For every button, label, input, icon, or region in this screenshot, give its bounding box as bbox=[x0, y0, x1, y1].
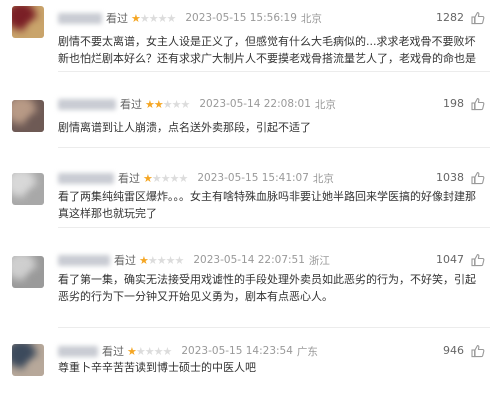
comment-text: 看了两集纯纯雷区爆炸。。。女主有啥特殊血脉吗非要让她半路回来学医搞的好像封建那一… bbox=[58, 188, 476, 222]
rating-stars: ★★★★★ bbox=[131, 11, 177, 25]
comment-text: 看了第一集，确实无法接受用戏谑性的手段处理外卖员如此恶劣的行为，不好笑，引起极度… bbox=[58, 271, 476, 305]
comment-text-line: 看了第一集，确实无法接受用戏谑性的手段处理外卖员如此恶劣的行为，不好笑，引起极度… bbox=[58, 273, 476, 286]
comment-location: 广东 bbox=[296, 345, 318, 358]
comment-meta: 看过 ★★★★★ 2023-05-15 15:56:19 北京 bbox=[58, 10, 322, 26]
comment-time: 2023-05-15 15:56:19 bbox=[185, 12, 297, 24]
rating-stars: ★★★★★ bbox=[145, 97, 191, 111]
like-count: 1038 bbox=[436, 171, 464, 184]
avatar[interactable] bbox=[12, 256, 44, 288]
avatar[interactable] bbox=[12, 6, 44, 38]
star-empty-icon: ★ bbox=[156, 253, 167, 267]
star-empty-icon: ★ bbox=[148, 11, 159, 25]
watched-label: 看过 bbox=[120, 98, 142, 111]
like-count: 198 bbox=[443, 97, 464, 110]
username[interactable] bbox=[58, 172, 114, 184]
comment-meta: 看过 ★★★★★ 2023-05-14 22:08:01 北京 bbox=[58, 96, 336, 112]
comment-text-line: 剧情离谱到让人崩溃，点名送外卖那段，引起不适了 bbox=[58, 121, 311, 134]
star-empty-icon: ★ bbox=[165, 253, 176, 267]
comment-time: 2023-05-15 15:41:07 bbox=[197, 172, 309, 184]
comment-text-line: 剧情不要太离谱，女主人设是正义了，但感觉有什么大毛病似的...求求老戏骨不要败坏… bbox=[58, 35, 476, 48]
comment-time: 2023-05-15 14:23:54 bbox=[181, 345, 293, 357]
comment-text-line: 尊重卜辛辛苦苦读到博士硕士的中医人吧 bbox=[58, 361, 256, 374]
thumbs-up-icon[interactable] bbox=[470, 10, 486, 26]
comment-text-line: 真这样那也就玩完了 bbox=[58, 207, 157, 220]
like-count: 1047 bbox=[436, 253, 464, 266]
comment-text-line: 恶劣的行为下一分钟又开始见义勇为，剧本有点恶心人。 bbox=[58, 290, 333, 303]
comment-text-line: 看了两集纯纯雷区爆炸。。。女主有啥特殊血脉吗非要让她半路回来学医搞的好像封建那一… bbox=[58, 190, 476, 203]
star-empty-icon: ★ bbox=[180, 97, 191, 111]
comment-item: 看过 ★★★★★ 2023-05-15 15:41:07 北京 1038 看了两集纯纯雷区… bbox=[0, 148, 500, 228]
star-filled-icon: ★ bbox=[145, 97, 155, 111]
comment-time: 2023-05-14 22:07:51 bbox=[193, 254, 305, 266]
watched-label: 看过 bbox=[106, 12, 128, 25]
comment-location: 浙江 bbox=[308, 254, 330, 267]
avatar[interactable] bbox=[12, 173, 44, 205]
star-filled-icon: ★ bbox=[143, 171, 153, 185]
comment-location: 北京 bbox=[300, 12, 322, 25]
comment-text: 尊重卜辛辛苦苦读到博士硕士的中医人吧 bbox=[58, 359, 476, 376]
username[interactable] bbox=[58, 98, 116, 110]
thumbs-up-icon[interactable] bbox=[470, 252, 486, 268]
comment-meta: 看过 ★★★★★ 2023-05-14 22:07:51 浙江 bbox=[58, 252, 330, 268]
star-empty-icon: ★ bbox=[160, 171, 171, 185]
thumbs-up-icon[interactable] bbox=[470, 170, 486, 186]
avatar[interactable] bbox=[12, 344, 44, 376]
thumbs-up-icon[interactable] bbox=[470, 96, 486, 112]
star-empty-icon: ★ bbox=[151, 171, 162, 185]
star-empty-icon: ★ bbox=[169, 171, 180, 185]
comment-item: 看过 ★★★★★ 2023-05-15 15:56:19 北京 1282 剧情不要太离谱，… bbox=[0, 0, 500, 72]
watched-label: 看过 bbox=[102, 345, 124, 358]
comment-location: 北京 bbox=[314, 98, 336, 111]
star-empty-icon: ★ bbox=[178, 171, 189, 185]
comment-text-line: 新也怕烂剧本好么？还有求求广大制片人不要摸老戏骨搭流量艺人了，老戏骨的命也是命 bbox=[58, 52, 476, 65]
star-empty-icon: ★ bbox=[174, 253, 185, 267]
comment-time: 2023-05-14 22:08:01 bbox=[199, 98, 311, 110]
star-filled-icon: ★ bbox=[127, 344, 137, 358]
username[interactable] bbox=[58, 12, 102, 24]
username[interactable] bbox=[58, 254, 110, 266]
watched-label: 看过 bbox=[114, 254, 136, 267]
like-count: 946 bbox=[443, 344, 464, 357]
rating-stars: ★★★★★ bbox=[139, 253, 185, 267]
avatar[interactable] bbox=[12, 100, 44, 132]
watched-label: 看过 bbox=[118, 172, 140, 185]
thumbs-up-icon[interactable] bbox=[470, 343, 486, 359]
star-empty-icon: ★ bbox=[171, 97, 182, 111]
like-count: 1282 bbox=[436, 11, 464, 24]
rating-stars: ★★★★★ bbox=[143, 171, 189, 185]
username[interactable] bbox=[58, 345, 98, 357]
comment-meta: 看过 ★★★★★ 2023-05-15 15:41:07 北京 bbox=[58, 170, 334, 186]
comment-location: 北京 bbox=[312, 172, 334, 185]
star-empty-icon: ★ bbox=[135, 344, 146, 358]
star-empty-icon: ★ bbox=[147, 253, 158, 267]
comment-text: 剧情离谱到让人崩溃，点名送外卖那段，引起不适了 bbox=[58, 119, 476, 136]
star-empty-icon: ★ bbox=[162, 344, 173, 358]
comment-item: 看过 ★★★★★ 2023-05-14 22:08:01 北京 198 剧情离谱到让人崩溃… bbox=[0, 72, 500, 148]
star-empty-icon: ★ bbox=[153, 344, 164, 358]
star-filled-icon: ★ bbox=[139, 253, 149, 267]
comment-text: 剧情不要太离谱，女主人设是正义了，但感觉有什么大毛病似的...求求老戏骨不要败坏… bbox=[58, 33, 476, 67]
rating-stars: ★★★★★ bbox=[127, 344, 173, 358]
star-filled-icon: ★ bbox=[131, 11, 141, 25]
star-empty-icon: ★ bbox=[144, 344, 155, 358]
star-empty-icon: ★ bbox=[162, 97, 173, 111]
comment-item: 看过 ★★★★★ 2023-05-14 22:07:51 浙江 1047 看了第一集，确实… bbox=[0, 228, 500, 328]
star-empty-icon: ★ bbox=[139, 11, 150, 25]
star-empty-icon: ★ bbox=[157, 11, 168, 25]
star-filled-icon: ★ bbox=[153, 97, 164, 111]
comment-meta: 看过 ★★★★★ 2023-05-15 14:23:54 广东 bbox=[58, 343, 318, 359]
star-empty-icon: ★ bbox=[166, 11, 177, 25]
comment-item: 看过 ★★★★★ 2023-05-15 14:23:54 广东 946 尊重卜辛辛苦苦读到… bbox=[0, 328, 500, 400]
